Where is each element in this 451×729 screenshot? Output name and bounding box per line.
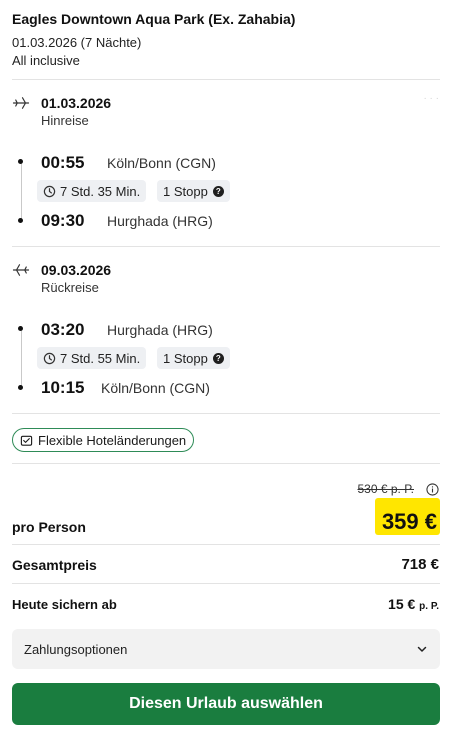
outbound-duration-chip: 7 Std. 35 Min. bbox=[37, 180, 147, 202]
travel-dates: 01.03.2026 (7 Nächte) bbox=[12, 35, 142, 50]
faded-dots: · · · bbox=[423, 93, 439, 104]
return-date: 09.03.2026 bbox=[41, 262, 112, 278]
outbound-arrival-airport: Hurghada (HRG) bbox=[107, 213, 213, 229]
divider bbox=[12, 246, 440, 247]
chevron-down-icon bbox=[417, 646, 427, 652]
return-label: Rückreise bbox=[41, 280, 99, 295]
flexible-hotel-label: Flexible Hoteländerungen bbox=[38, 432, 187, 448]
info-icon[interactable] bbox=[426, 483, 439, 496]
flexible-hotel-badge: Flexible Hoteländerungen bbox=[12, 428, 195, 452]
per-person-price: 359 € bbox=[381, 509, 437, 534]
outbound-label: Hinreise bbox=[41, 113, 89, 128]
return-duration-chip: 7 Std. 55 Min. bbox=[37, 347, 147, 369]
deposit-price: 15 € bbox=[388, 596, 416, 612]
outbound-timeline bbox=[21, 163, 22, 220]
outbound-departure-dot bbox=[18, 159, 23, 164]
return-stops-chip[interactable]: 1 Stopp ? bbox=[157, 347, 230, 369]
clock-icon bbox=[43, 185, 56, 197]
return-arrival-dot bbox=[18, 385, 23, 390]
question-icon[interactable]: ? bbox=[212, 352, 224, 364]
question-icon[interactable]: ? bbox=[212, 185, 224, 197]
return-departure-time: 03:20 bbox=[41, 320, 85, 339]
return-timeline bbox=[21, 330, 22, 387]
return-stops: 1 Stopp bbox=[163, 350, 208, 366]
return-arrival-airport: Köln/Bonn (CGN) bbox=[101, 380, 210, 396]
outbound-arrival-time: 09:30 bbox=[41, 211, 85, 230]
return-arrival-time: 10:15 bbox=[41, 378, 85, 397]
board-type: All inclusive bbox=[12, 53, 80, 68]
divider bbox=[12, 583, 440, 584]
outbound-stops: 1 Stopp bbox=[163, 183, 208, 199]
plane-departure-icon bbox=[12, 97, 30, 109]
outbound-stops-chip[interactable]: 1 Stopp ? bbox=[157, 180, 230, 202]
payment-options-label: Zahlungsoptionen bbox=[24, 641, 128, 657]
deposit-price-group: 15 € p. P. bbox=[388, 596, 439, 612]
plane-return-icon bbox=[12, 264, 30, 276]
hotel-change-icon bbox=[20, 435, 33, 446]
divider bbox=[12, 79, 440, 80]
old-price: 530 € p. P. bbox=[357, 482, 415, 496]
outbound-date: 01.03.2026 bbox=[41, 95, 112, 111]
clock-icon bbox=[43, 352, 56, 364]
divider bbox=[12, 544, 440, 545]
outbound-departure-airport: Köln/Bonn (CGN) bbox=[107, 155, 216, 171]
deposit-unit: p. P. bbox=[419, 601, 439, 612]
payment-options-dropdown[interactable]: Zahlungsoptionen bbox=[12, 629, 440, 669]
divider bbox=[12, 413, 440, 414]
outbound-arrival-dot bbox=[18, 218, 23, 223]
return-departure-dot bbox=[18, 326, 23, 331]
total-label: Gesamtpreis bbox=[12, 557, 97, 573]
return-departure-airport: Hurghada (HRG) bbox=[107, 322, 213, 338]
divider bbox=[12, 463, 440, 464]
per-person-label: pro Person bbox=[12, 519, 86, 535]
outbound-duration: 7 Std. 35 Min. bbox=[60, 183, 141, 199]
select-vacation-button[interactable]: Diesen Urlaub auswählen bbox=[12, 683, 440, 725]
deposit-label: Heute sichern ab bbox=[12, 597, 117, 612]
outbound-departure-time: 00:55 bbox=[41, 153, 85, 172]
total-price: 718 € bbox=[401, 556, 439, 573]
hotel-title: Eagles Downtown Aqua Park (Ex. Zahabia) bbox=[12, 11, 296, 27]
return-duration: 7 Std. 55 Min. bbox=[60, 350, 141, 366]
